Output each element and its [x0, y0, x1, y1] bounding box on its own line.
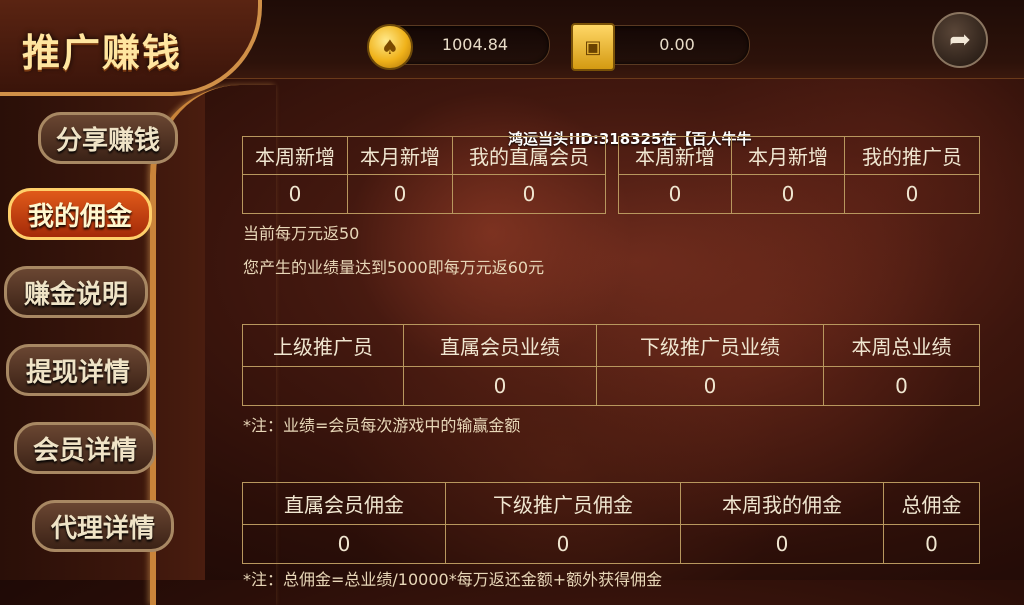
stats-right-header-month: 本月新增: [731, 136, 845, 175]
perf-header-superior: 上级推广员: [242, 324, 404, 367]
sidebar-item-share[interactable]: 分享赚钱: [38, 112, 178, 164]
sidebar-item-commission[interactable]: 我的佣金: [8, 188, 152, 240]
perf-header-week-total: 本周总业绩: [823, 324, 980, 367]
stats-left-header-month: 本月新增: [347, 136, 453, 175]
rate-current-text: 当前每万元返50: [243, 224, 360, 243]
stats-right-value-month: 0: [731, 174, 845, 214]
comm-value-direct: 0: [242, 524, 446, 564]
exit-button[interactable]: ➦: [932, 12, 988, 68]
stats-right-header-promoters: 我的推广员: [844, 136, 980, 175]
sidebar-item-members[interactable]: 会员详情: [14, 422, 156, 474]
perf-value-direct: 0: [403, 366, 597, 406]
performance-table: 上级推广员 直属会员业绩 下级推广员业绩 本周总业绩 0 0 0: [242, 324, 980, 406]
sidebar-item-agents[interactable]: 代理详情: [32, 500, 174, 552]
stats-right-table: 本周新增 本月新增 我的推广员 0 0 0: [618, 136, 980, 214]
perf-value-sub: 0: [596, 366, 824, 406]
commission-note: *注：总佣金=总业绩/10000*每万返还金额+额外获得佣金: [243, 570, 663, 589]
coin-balance: ♠ 1004.84: [367, 24, 550, 70]
stats-right-header-week: 本周新增: [618, 136, 732, 175]
stats-left-table: 本周新增 本月新增 我的直属会员 0 0 0: [242, 136, 606, 214]
rate-next-text: 您产生的业绩量达到5000即每万元返60元: [243, 258, 545, 277]
stats-left-value-month: 0: [347, 174, 453, 214]
coin-balance-value: 1004.84: [441, 35, 509, 54]
comm-header-sub: 下级推广员佣金: [445, 482, 681, 525]
perf-value-superior: [242, 366, 404, 406]
comm-value-week: 0: [680, 524, 884, 564]
sidebar-item-withdraw[interactable]: 提现详情: [6, 344, 150, 396]
stats-right-value-promoters: 0: [844, 174, 980, 214]
performance-note: *注：业绩=会员每次游戏中的输赢金额: [243, 416, 521, 435]
sidebar-item-earning-info[interactable]: 赚金说明: [4, 266, 148, 318]
comm-header-total: 总佣金: [883, 482, 980, 525]
perf-header-sub: 下级推广员业绩: [596, 324, 824, 367]
stats-left-value-direct: 0: [452, 174, 606, 214]
page-title: 推广赚钱: [22, 31, 183, 75]
comm-value-total: 0: [883, 524, 980, 564]
comm-header-week: 本周我的佣金: [680, 482, 884, 525]
perf-value-week-total: 0: [823, 366, 980, 406]
stats-left-header-week: 本周新增: [242, 136, 348, 175]
commission-table: 直属会员佣金 下级推广员佣金 本周我的佣金 总佣金 0 0 0 0: [242, 482, 980, 564]
stats-left-header-direct: 我的直属会员: [452, 136, 606, 175]
safe-balance-value: 0.00: [659, 35, 695, 54]
perf-header-direct: 直属会员业绩: [403, 324, 597, 367]
stats-right-value-week: 0: [618, 174, 732, 214]
comm-header-direct: 直属会员佣金: [242, 482, 446, 525]
arrow-right-icon: ➦: [949, 25, 971, 55]
safe-balance: ▣ 0.00: [571, 23, 750, 71]
comm-value-sub: 0: [445, 524, 681, 564]
stats-left-value-week: 0: [242, 174, 348, 214]
